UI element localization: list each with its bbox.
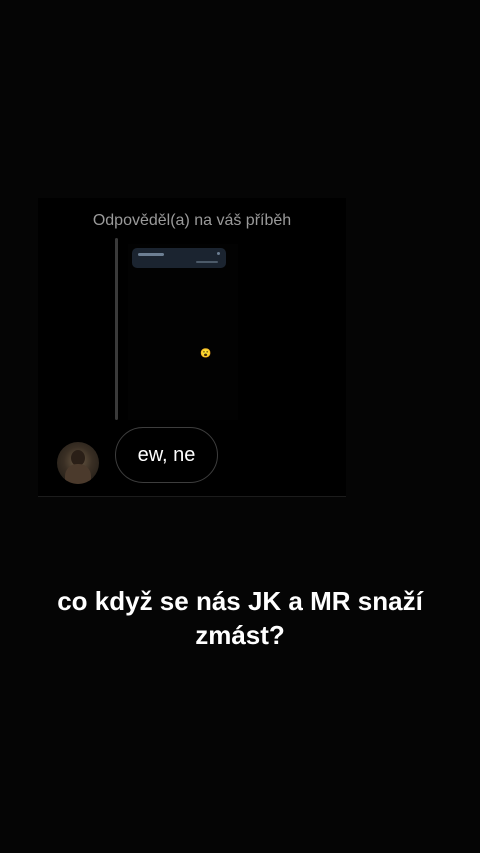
notification-line	[138, 253, 164, 256]
message-bubble[interactable]: ew, ne	[115, 427, 218, 483]
story-preview-thumbnail[interactable]: 😮	[128, 244, 238, 420]
message-text: ew, ne	[137, 443, 196, 466]
surprised-emoji: 😮	[200, 348, 212, 358]
story-reply-label: Odpověděl(a) na váš příběh	[92, 212, 292, 229]
story-reply-card: Odpověděl(a) na váš příběh 😮 ew, ne	[38, 198, 346, 497]
avatar-body	[65, 464, 91, 484]
quote-bar	[115, 238, 118, 420]
story-caption: co když se nás JK a MR snaží zmást?	[57, 586, 423, 650]
story-notification-preview	[132, 248, 226, 268]
notification-line	[196, 261, 218, 263]
avatar[interactable]	[57, 442, 99, 484]
notification-dot	[217, 252, 220, 255]
